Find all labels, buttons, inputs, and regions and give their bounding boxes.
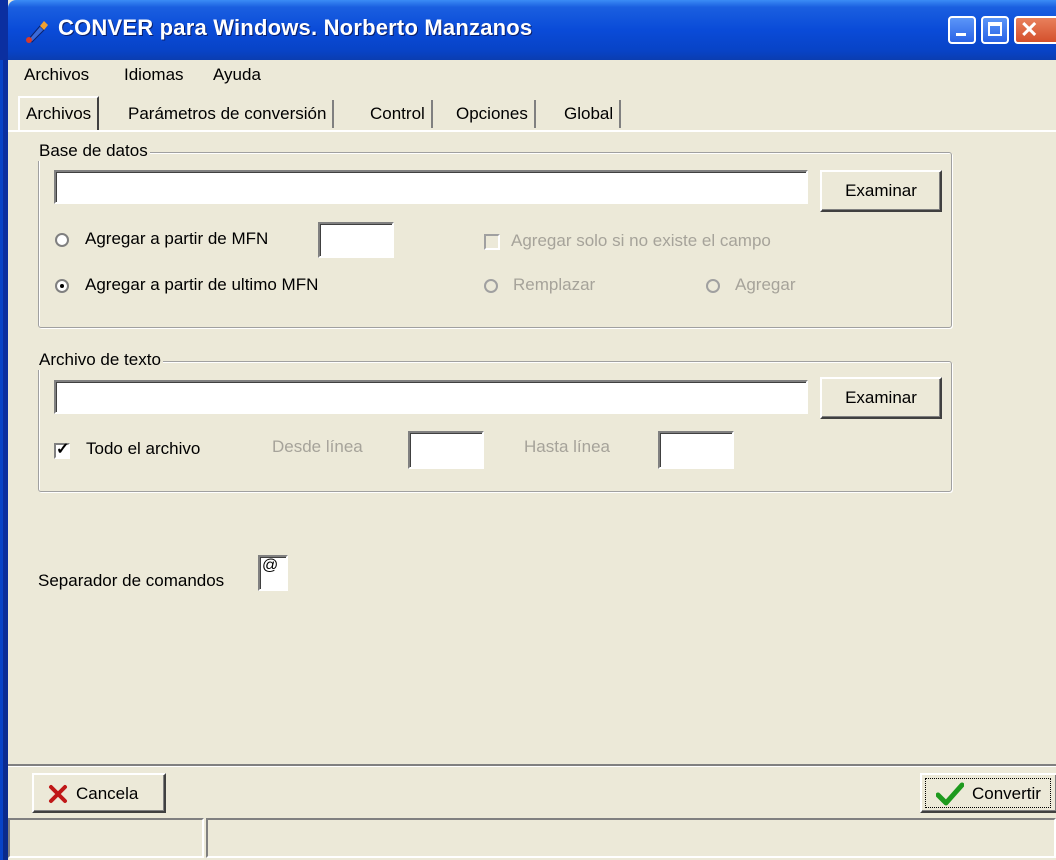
tab-opciones[interactable]: Opciones	[450, 100, 536, 128]
maximize-button[interactable]	[981, 16, 1009, 44]
checkmark-icon: ✓	[56, 441, 70, 458]
check-convert-icon	[936, 782, 964, 806]
menu-ayuda[interactable]: Ayuda	[213, 65, 261, 85]
status-panel-2	[206, 818, 1056, 858]
radio-agregar-label: Agregar	[735, 275, 796, 294]
convertir-button[interactable]: Convertir	[920, 773, 1056, 813]
mfn-input[interactable]	[318, 222, 394, 258]
app-window: CONVER para Windows. Norberto Manzanos ✕…	[8, 0, 1056, 860]
base-datos-legend: Base de datos	[37, 141, 150, 161]
bottom-separator	[8, 764, 1056, 767]
tab-separator	[8, 130, 1056, 132]
radio-agregar-ultimo-label: Agregar a partir de ultimo MFN	[85, 275, 319, 294]
cancel-x-icon	[49, 785, 67, 803]
status-panel-1	[8, 818, 204, 858]
todo-archivo-label: Todo el archivo	[86, 439, 201, 458]
separador-label: Separador de comandos	[38, 571, 225, 590]
convertir-label: Convertir	[972, 784, 1041, 803]
tab-parametros-conversion[interactable]: Parámetros de conversión	[122, 100, 335, 128]
window-title: CONVER para Windows. Norberto Manzanos	[58, 15, 533, 40]
agregar-solo-label: Agregar solo si no existe el campo	[511, 231, 771, 250]
minimize-button[interactable]	[948, 16, 976, 44]
todo-archivo-checkbox[interactable]: ✓	[54, 441, 70, 459]
menu-idiomas[interactable]: Idiomas	[124, 65, 184, 85]
minimize-icon	[956, 33, 966, 36]
menu-bar: Archivos Idiomas Ayuda	[8, 60, 1056, 90]
cancela-label: Cancela	[76, 784, 139, 803]
radio-agregar-mfn-label: Agregar a partir de MFN	[85, 229, 269, 248]
radio-agregar-mfn[interactable]	[55, 233, 69, 247]
window-left-frame	[0, 60, 3, 860]
title-bar[interactable]: CONVER para Windows. Norberto Manzanos ✕	[8, 0, 1056, 60]
archivo-texto-path-input[interactable]	[54, 380, 808, 414]
radio-selected-dot	[60, 284, 64, 288]
archivo-texto-examinar-button[interactable]: Examinar	[820, 377, 942, 419]
radio-agregar[interactable]	[706, 279, 720, 293]
hasta-linea-input[interactable]	[658, 431, 734, 469]
radio-remplazar-label: Remplazar	[513, 275, 596, 294]
desde-linea-input[interactable]	[408, 431, 484, 469]
close-button[interactable]: ✕	[1014, 16, 1056, 44]
agregar-solo-checkbox[interactable]	[484, 234, 500, 250]
cancela-button[interactable]: Cancela	[32, 773, 166, 813]
tab-global[interactable]: Global	[558, 100, 622, 128]
base-datos-path-input[interactable]	[54, 170, 808, 204]
tab-control[interactable]: Control	[364, 100, 433, 128]
menu-archivos[interactable]: Archivos	[24, 65, 89, 85]
desde-linea-label: Desde línea	[272, 437, 363, 456]
app-icon	[26, 21, 48, 43]
separador-input[interactable]: @	[258, 555, 288, 591]
base-datos-examinar-button[interactable]: Examinar	[820, 170, 942, 212]
archivo-texto-legend: Archivo de texto	[37, 350, 163, 370]
maximize-icon	[988, 22, 1002, 36]
tab-archivos[interactable]: Archivos	[18, 96, 100, 130]
radio-agregar-ultimo-mfn[interactable]	[55, 279, 69, 293]
hasta-linea-label: Hasta línea	[524, 437, 610, 456]
radio-remplazar[interactable]	[484, 279, 498, 293]
close-icon: ✕	[1020, 17, 1039, 42]
